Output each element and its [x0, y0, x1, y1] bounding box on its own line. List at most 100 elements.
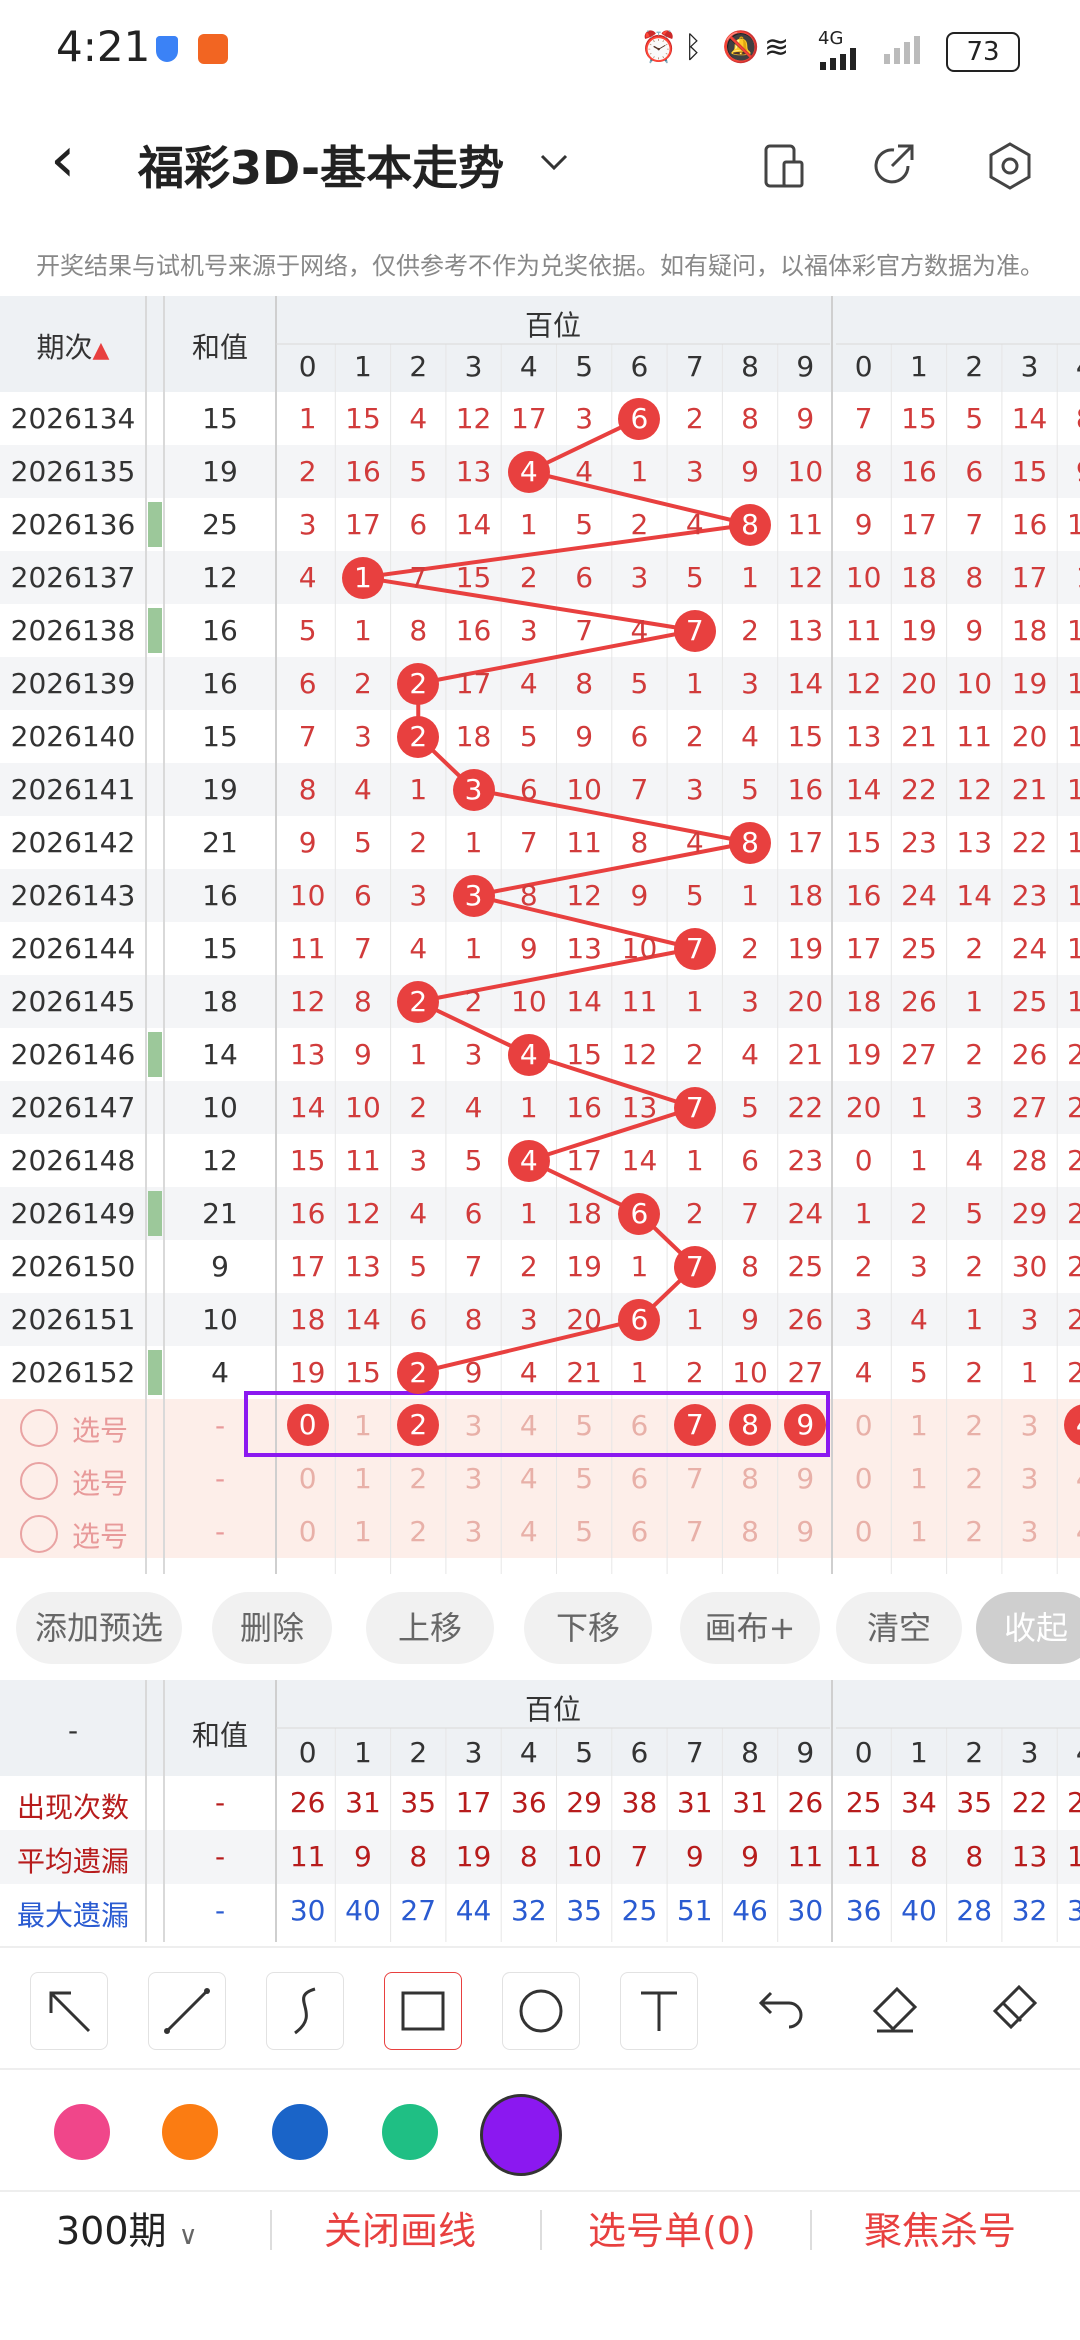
pick-digit[interactable]: 2 — [947, 1462, 1002, 1495]
stats-value: 40 — [901, 1894, 937, 1927]
pick-digit[interactable]: 3 — [1002, 1515, 1057, 1548]
picked-ball[interactable]: 7 — [673, 1404, 716, 1446]
pick-digit[interactable]: 5 — [557, 1462, 612, 1495]
pick-digit[interactable]: 0 — [836, 1462, 891, 1495]
focus-kill-button[interactable]: 聚焦杀号 — [864, 2200, 1016, 2255]
picked-ball[interactable]: 2 — [397, 1404, 440, 1446]
settings-icon[interactable] — [984, 140, 1036, 192]
pick-label[interactable]: 选号 — [62, 1409, 138, 1449]
pick-digit[interactable]: 1 — [891, 1462, 946, 1495]
color-swatch[interactable] — [54, 2104, 110, 2160]
miss-count: 6 — [965, 455, 984, 488]
picked-ball[interactable]: 0 — [286, 1404, 329, 1446]
circle-tool-icon[interactable] — [502, 1972, 580, 2050]
clear-brush-icon[interactable] — [974, 1972, 1052, 2050]
pick-digit[interactable]: 9 — [778, 1462, 833, 1495]
miss-count: 28 — [1011, 1144, 1048, 1177]
line-tool-icon[interactable] — [148, 1972, 226, 2050]
action-button[interactable]: 画布+ — [680, 1592, 820, 1664]
page-title[interactable]: 福彩3D-基本走势 — [138, 132, 504, 198]
color-swatch[interactable] — [382, 2104, 438, 2160]
pick-digit[interactable]: 2 — [947, 1409, 1002, 1442]
pick-digit[interactable]: 6 — [612, 1515, 667, 1548]
pick-digit[interactable]: 3 — [446, 1462, 501, 1495]
pick-digit[interactable]: 4 — [501, 1409, 556, 1442]
action-button[interactable]: 添加预选 — [16, 1592, 182, 1664]
pick-digit[interactable]: 0 — [836, 1515, 891, 1548]
pick-digit[interactable]: 4 — [501, 1462, 556, 1495]
back-icon[interactable]: ‹ — [50, 128, 76, 192]
pick-digit[interactable]: 2 — [391, 1515, 446, 1548]
pick-digit[interactable]: 3 — [1002, 1462, 1057, 1495]
pick-digit[interactable]: 1 — [335, 1515, 390, 1548]
action-button[interactable]: 删除 — [212, 1592, 332, 1664]
pick-digit[interactable]: 1 — [891, 1515, 946, 1548]
share-icon[interactable] — [868, 140, 920, 192]
pick-digit[interactable]: 5 — [557, 1515, 612, 1548]
pick-digit[interactable]: 3 — [446, 1515, 501, 1548]
period-selector[interactable]: 300期 ∨ — [56, 2200, 198, 2255]
action-button[interactable]: 收起 — [976, 1592, 1080, 1664]
pick-label[interactable]: 选号 — [62, 1515, 138, 1555]
stats-value: 26 — [289, 1786, 326, 1819]
pick-digit[interactable]: 8 — [722, 1515, 777, 1548]
issue-number: 2026140 — [10, 720, 136, 753]
pick-digit[interactable]: 2 — [947, 1515, 1002, 1548]
arrow-tool-icon[interactable] — [30, 1972, 108, 2050]
curve-tool-icon[interactable] — [266, 1972, 344, 2050]
pick-digit[interactable]: 7 — [667, 1462, 722, 1495]
pick-radio[interactable] — [20, 1515, 58, 1553]
color-swatch[interactable] — [480, 2094, 562, 2176]
pick-digit[interactable]: 4 — [501, 1515, 556, 1548]
miss-count: 18 — [1011, 614, 1048, 647]
action-button[interactable]: 上移 — [366, 1592, 494, 1664]
miss-count: 17 — [345, 508, 381, 541]
sum-value: 21 — [202, 826, 238, 859]
pick-digit[interactable]: 1 — [335, 1409, 390, 1442]
pick-digit[interactable]: 1 — [335, 1462, 390, 1495]
text-tool-icon[interactable] — [620, 1972, 698, 2050]
pick-list-button[interactable]: 选号单(0) — [588, 2200, 756, 2255]
sort-icon[interactable]: ▲ — [93, 338, 110, 363]
pick-digit[interactable]: 0 — [836, 1409, 891, 1442]
col-issue-header[interactable]: 期次▲ — [0, 326, 146, 366]
pick-digit[interactable]: 4 — [1057, 1515, 1080, 1548]
pick-digit[interactable]: 3 — [1002, 1409, 1057, 1442]
color-swatch[interactable] — [162, 2104, 218, 2160]
pick-digit[interactable]: 6 — [612, 1462, 667, 1495]
action-button[interactable]: 下移 — [524, 1592, 652, 1664]
pick-digit[interactable]: 1 — [891, 1409, 946, 1442]
miss-count: 17 — [455, 667, 492, 700]
miss-count: 7 — [965, 508, 984, 541]
pick-radio[interactable] — [20, 1409, 58, 1447]
pick-digit[interactable]: 8 — [722, 1462, 777, 1495]
pick-label[interactable]: 选号 — [62, 1462, 138, 1502]
chevron-down-icon[interactable] — [536, 144, 572, 180]
trend-grid: 期次▲ 和值 百位 012345678901234202613415115412… — [0, 296, 1080, 1574]
hit-ball: 8 — [729, 821, 772, 864]
picked-ball[interactable]: 8 — [729, 1404, 772, 1446]
hit-ball: 7 — [673, 609, 716, 652]
pick-radio[interactable] — [20, 1462, 58, 1500]
pick-digit[interactable]: 9 — [778, 1515, 833, 1548]
close-line-button[interactable]: 关闭画线 — [324, 2200, 476, 2255]
action-button[interactable]: 清空 — [836, 1592, 962, 1664]
pick-digit[interactable]: 6 — [612, 1409, 667, 1442]
eraser-icon[interactable] — [856, 1972, 934, 2050]
pick-digit[interactable]: 5 — [557, 1409, 612, 1442]
stats-digit-header: 8 — [741, 1736, 759, 1769]
miss-count: 4 — [409, 402, 428, 435]
pick-digit[interactable]: 3 — [446, 1409, 501, 1442]
pick-digit[interactable]: 2 — [391, 1462, 446, 1495]
miss-count: 15 — [845, 826, 882, 859]
pick-digit[interactable]: 0 — [280, 1462, 335, 1495]
pick-digit[interactable]: 4 — [1057, 1462, 1080, 1495]
pick-digit[interactable]: 0 — [280, 1515, 335, 1548]
rectangle-tool-icon[interactable] — [384, 1972, 462, 2050]
color-swatch[interactable] — [272, 2104, 328, 2160]
miss-count: 1 — [630, 455, 649, 488]
miss-count: 10 — [511, 985, 547, 1018]
pick-digit[interactable]: 7 — [667, 1515, 722, 1548]
undo-icon[interactable] — [738, 1972, 816, 2050]
device-icon[interactable] — [758, 140, 810, 192]
